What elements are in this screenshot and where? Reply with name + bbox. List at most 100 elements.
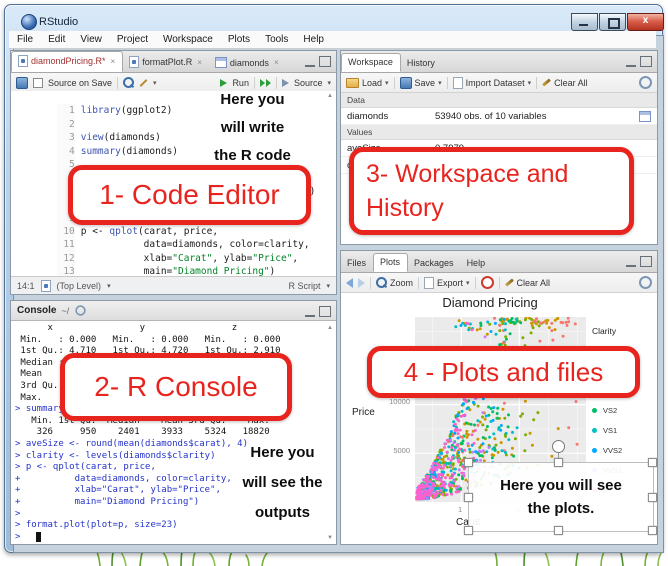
minimize-pane-icon[interactable] [305, 56, 315, 67]
menu-item[interactable]: View [80, 34, 102, 45]
zoom-icon [376, 277, 387, 288]
previous-plot-icon[interactable] [346, 278, 353, 288]
close-tab-icon[interactable]: × [197, 58, 202, 67]
file-type-icon [129, 56, 139, 68]
plots-tab[interactable]: Help [461, 255, 493, 272]
callout-plots-files: 4 - Plots and files [367, 346, 640, 398]
save-icon[interactable] [16, 77, 28, 89]
note-line: Here you [215, 438, 350, 468]
source-on-save-checkbox[interactable] [33, 78, 43, 88]
clear-all-button[interactable]: Clear All [542, 78, 588, 88]
object-name: diamonds [347, 111, 435, 122]
workspace-toolbar: Load ▾ Save ▾ Import Dataset ▾ Clear All [341, 73, 657, 93]
plots-tab[interactable]: Files [341, 255, 373, 272]
plots-tab-label: Help [467, 258, 486, 268]
code-tools-icon[interactable] [140, 79, 148, 87]
scroll-up-icon[interactable]: ▲ [327, 93, 333, 99]
plots-tab[interactable]: Plots [373, 253, 408, 272]
editor-tab[interactable]: diamondPricing.R* × [11, 51, 123, 72]
maximize-pane-icon[interactable] [640, 56, 652, 67]
import-dataset-button[interactable]: Import Dataset ▾ [453, 77, 532, 89]
menu-item[interactable]: Edit [48, 34, 65, 45]
refresh-icon[interactable] [639, 76, 652, 89]
line-number: 1 [57, 104, 75, 117]
close-button[interactable]: x [627, 13, 664, 31]
view-data-icon[interactable] [639, 111, 651, 122]
editor-tab-label: diamondPricing.R* [31, 56, 106, 66]
menu-item[interactable]: Project [117, 34, 148, 45]
rotation-handle[interactable] [552, 440, 565, 453]
resize-handle-bottom-middle[interactable] [554, 526, 563, 535]
chevron-down-icon: ▾ [438, 79, 442, 87]
import-icon [453, 77, 463, 89]
plots-tab[interactable]: Packages [408, 255, 461, 272]
line-number: 10 [57, 225, 75, 238]
workspace-row[interactable]: diamonds 53940 obs. of 10 variables [341, 108, 657, 125]
resize-handle-top-left[interactable] [464, 458, 473, 467]
resize-handle-top-right[interactable] [648, 458, 657, 467]
scroll-up-icon[interactable]: ▲ [327, 325, 333, 331]
scope-selector[interactable]: (Top Level) [57, 281, 102, 291]
zoom-button[interactable]: Zoom [376, 277, 413, 288]
chevron-down-icon[interactable]: ▾ [327, 79, 331, 87]
zoom-label: Zoom [390, 278, 413, 288]
workspace-row[interactable]: Data [341, 93, 657, 108]
x-tick-1: 1 [458, 505, 462, 514]
maximize-pane-icon[interactable] [640, 256, 652, 267]
maximize-button[interactable] [599, 13, 626, 31]
editor-tab[interactable]: formatPlot.R × [123, 53, 209, 72]
close-tab-icon[interactable]: × [111, 57, 116, 66]
resize-handle-middle-right[interactable] [648, 493, 657, 502]
maximize-pane-icon[interactable] [319, 56, 331, 67]
export-button[interactable]: Export ▾ [424, 277, 470, 289]
clear-all-button[interactable]: Clear All [505, 278, 551, 288]
load-button[interactable]: Load ▾ [346, 78, 389, 88]
resize-handle-bottom-right[interactable] [648, 526, 657, 535]
editor-tab[interactable]: diamonds × [209, 54, 286, 72]
workspace-tab[interactable]: History [401, 55, 442, 72]
remove-plot-icon[interactable] [481, 276, 494, 289]
note-editor: Here you will write the R code [190, 86, 315, 170]
workspace-row[interactable]: Values [341, 125, 657, 140]
minimize-button[interactable] [571, 13, 598, 31]
code-text: summary(diamonds) [81, 146, 178, 157]
editor-status-bar: 14:1 (Top Level) ▾ R Script ▾ [11, 276, 336, 294]
next-plot-icon[interactable] [358, 278, 365, 288]
refresh-icon[interactable] [639, 276, 652, 289]
plots-tab-label: Plots [380, 257, 400, 267]
console-panel-buttons [305, 306, 331, 317]
maximize-pane-icon[interactable] [319, 306, 331, 317]
menu-item[interactable]: Workspace [163, 34, 213, 45]
line-number: 4 [57, 145, 75, 158]
resize-handle-middle-left[interactable] [464, 493, 473, 502]
file-type-selector[interactable]: R Script [288, 281, 320, 291]
working-directory: ~/ [61, 306, 69, 316]
minimize-pane-icon[interactable] [305, 306, 315, 317]
minimize-pane-icon[interactable] [626, 56, 636, 67]
refresh-icon[interactable] [76, 305, 86, 315]
console-line: Min. : 0.000 Min. : 0.000 Min. : 0.000 [15, 335, 324, 347]
line-number: 12 [57, 252, 75, 265]
chevron-down-icon[interactable]: ▾ [153, 79, 157, 87]
chevron-down-icon: ▾ [466, 279, 470, 287]
scroll-down-icon[interactable]: ▼ [327, 535, 333, 541]
save-button[interactable]: Save ▾ [400, 77, 442, 89]
menu-item[interactable]: Plots [228, 34, 250, 45]
code-text: library(ggplot2) [81, 105, 173, 116]
editor-tab-label: formatPlot.R [142, 57, 192, 67]
legend-dot [592, 408, 597, 413]
minimize-pane-icon[interactable] [626, 256, 636, 267]
plots-note-textbox[interactable]: Here you will see the plots. [468, 462, 654, 532]
code-text: view(diamonds) [81, 132, 161, 143]
menu-item[interactable]: File [17, 34, 33, 45]
resize-handle-bottom-left[interactable] [464, 526, 473, 535]
callout-r-console: 2- R Console [60, 353, 292, 421]
line-number: 2 [57, 118, 75, 131]
menu-item[interactable]: Help [303, 34, 324, 45]
search-icon[interactable] [123, 77, 134, 88]
resize-handle-top-middle[interactable] [554, 458, 563, 467]
menu-item[interactable]: Tools [265, 34, 288, 45]
close-tab-icon[interactable]: × [274, 58, 279, 67]
note-line: outputs [215, 498, 350, 528]
workspace-tab[interactable]: Workspace [341, 53, 401, 72]
